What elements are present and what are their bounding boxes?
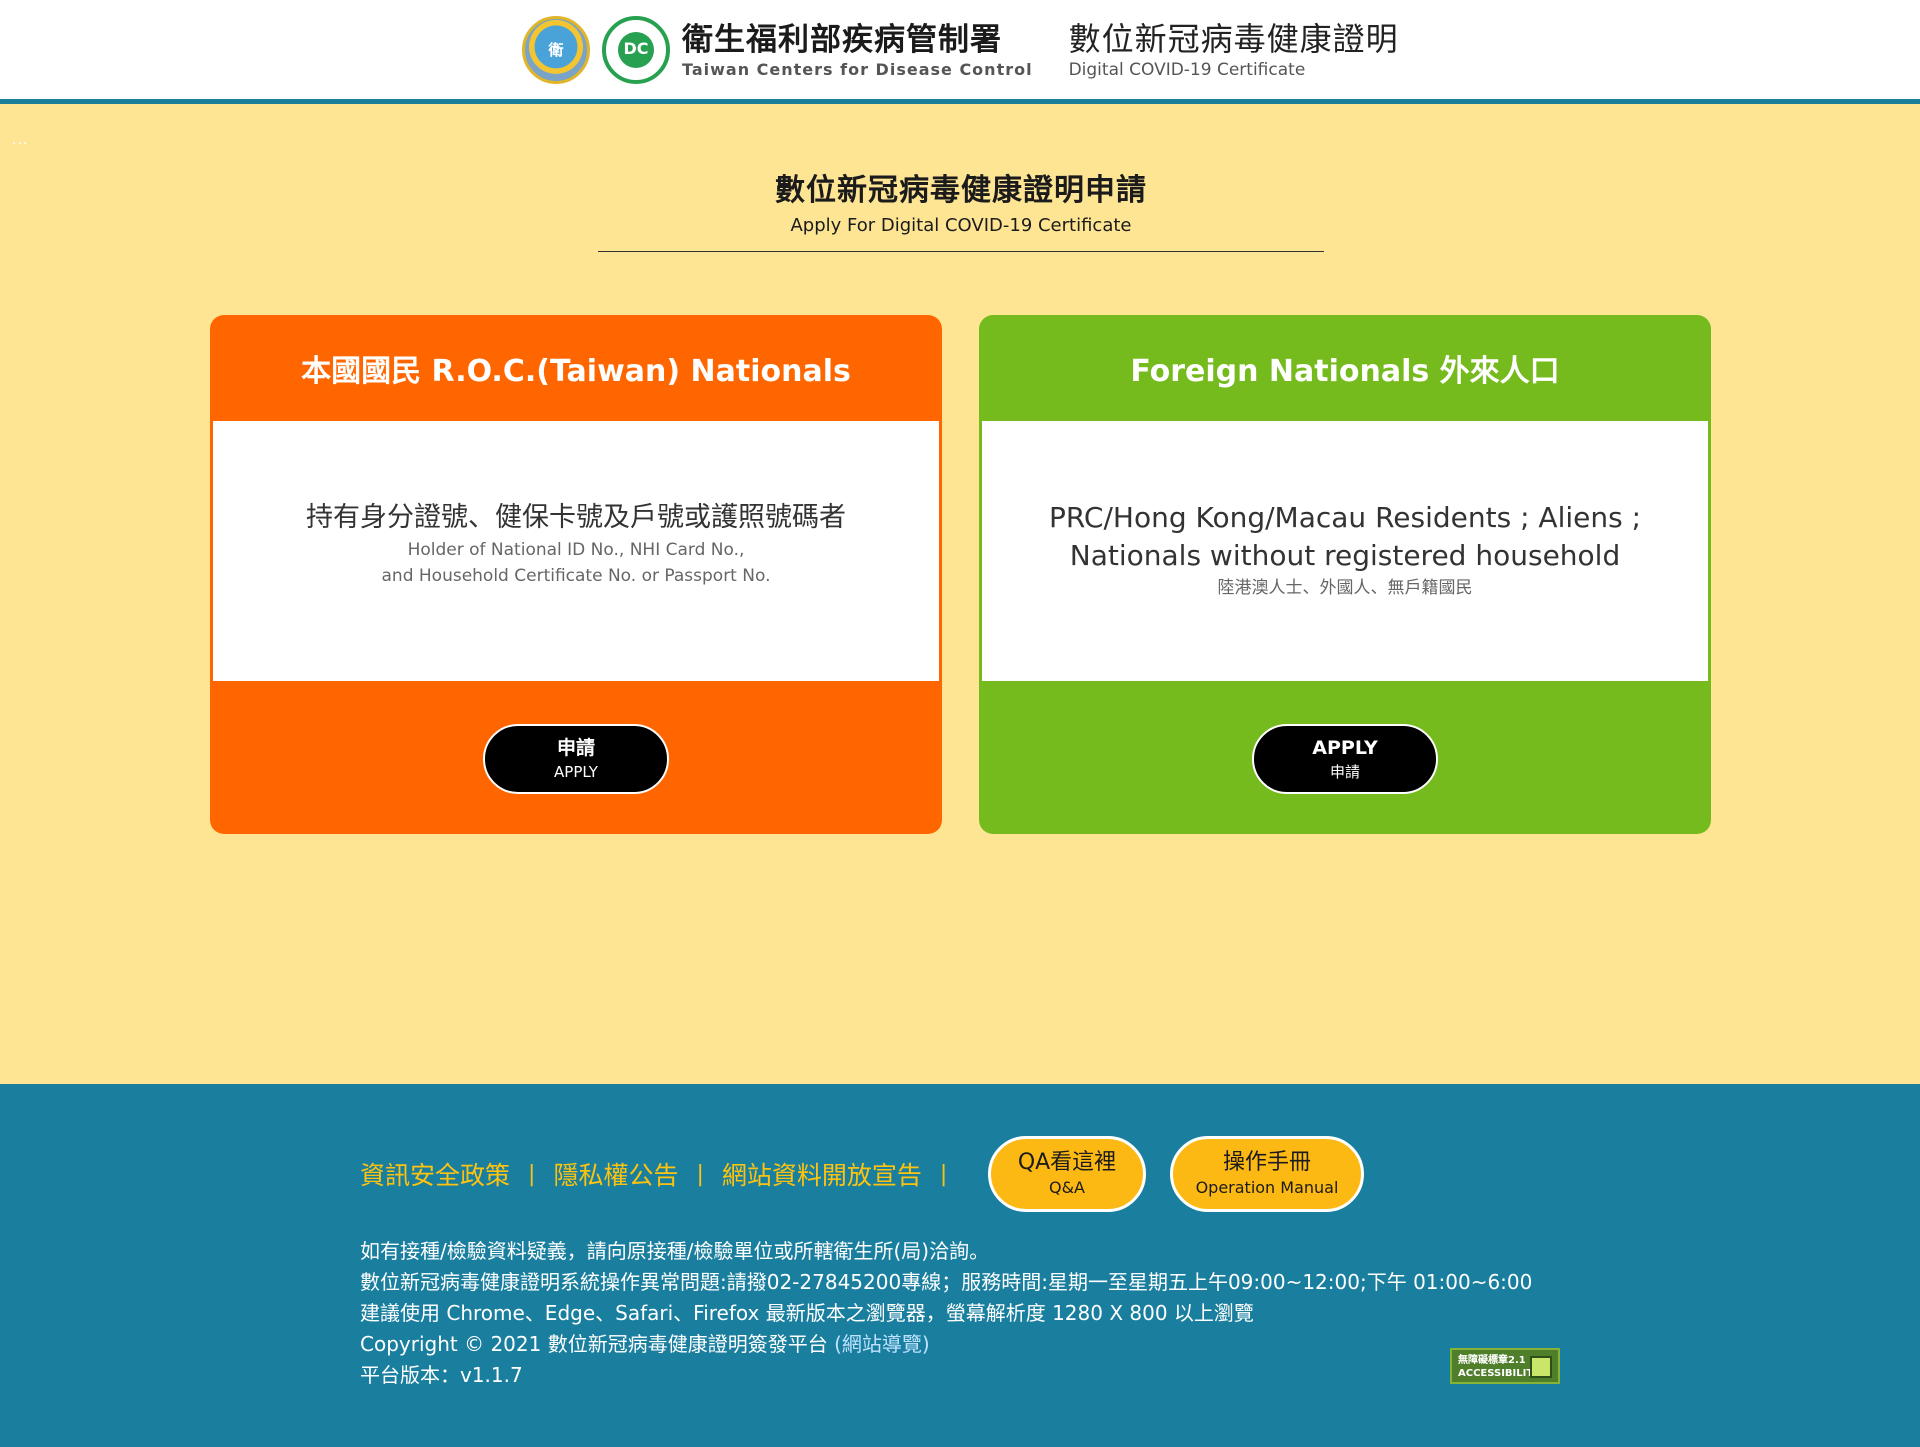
open-data-link[interactable]: 網站資料開放宣告 [722,1156,922,1192]
cert-title-zh: 數位新冠病毒健康證明 [1068,20,1399,58]
header-logo-group[interactable]: 衛 DC 衛生福利部疾病管制署 Taiwan Centers for Disea… [522,15,1399,85]
roc-card-title: 本國國民 R.O.C.(Taiwan) Nationals [301,354,851,389]
site-header: 衛 DC 衛生福利部疾病管制署 Taiwan Centers for Disea… [0,0,1920,104]
page-title: 數位新冠病毒健康證明申請 Apply For Digital COVID-19 … [598,168,1324,252]
footer-copyright: Copyright © 2021 數位新冠病毒健康證明簽發平台 (網站導覽) [360,1329,1532,1360]
skip-nav-dots[interactable]: ... [12,132,28,148]
foreign-apply-label-en: APPLY [1312,737,1378,759]
foreign-card-title: Foreign Nationals 外來人口 [1130,354,1560,389]
qa-label-en: Q&A [1048,1178,1085,1197]
foreign-card-description: PRC/Hong Kong/Macau Residents ; Aliens ;… [982,421,1708,681]
org-name-zh: 衛生福利部疾病管制署 [682,22,1002,58]
manual-label-zh: 操作手冊 [1222,1150,1311,1175]
footer-browser-text: 建議使用 Chrome、Edge、Safari、Firefox 最新版本之瀏覽器… [360,1301,1254,1325]
footer-separator: | [528,1161,536,1187]
roc-desc-sub-2: and Household Certificate No. or Passpor… [381,566,771,586]
roc-nationals-card: 本國國民 R.O.C.(Taiwan) Nationals 持有身分證號、健保卡… [210,315,942,834]
page-title-zh: 數位新冠病毒健康證明申請 [775,173,1147,208]
security-policy-link[interactable]: 資訊安全政策 [360,1156,510,1192]
cert-title: 數位新冠病毒健康證明 Digital COVID-19 Certificate [1069,19,1399,81]
foreign-desc-main-1: PRC/Hong Kong/Macau Residents ; Aliens ; [1048,501,1642,534]
footer-separator: | [696,1161,704,1187]
footer-separator: | [939,1161,948,1187]
roc-desc-sub-1: Holder of National ID No., NHI Card No., [407,540,745,560]
cert-title-en: Digital COVID-19 Certificate [1068,60,1306,80]
page-title-en: Apply For Digital COVID-19 Certificate [790,215,1132,236]
footer-inquiry-text: 如有接種/檢驗資料疑義，請向原接種/檢驗單位或所轄衛生所(局)洽詢。 [360,1239,990,1263]
foreign-apply-button[interactable]: APPLY 申請 [1252,724,1438,794]
qa-label-zh: QA看這裡 [1017,1150,1117,1175]
cdc-logo-icon: DC [602,16,670,84]
sitemap-link[interactable]: (網站導覽) [834,1332,930,1356]
privacy-notice-link[interactable]: 隱私權公告 [553,1156,678,1192]
accessibility-badge[interactable]: 無障礙標章2.1 ACCESSIBILITY [1450,1348,1560,1384]
operation-manual-button[interactable]: 操作手冊 Operation Manual [1170,1136,1364,1212]
foreign-apply-label-zh: 申請 [1329,763,1360,781]
foreign-desc-sub: 陸港澳人士、外國人、無戶籍國民 [1217,578,1473,598]
manual-label-en: Operation Manual [1195,1178,1339,1197]
org-name-en: Taiwan Centers for Disease Control [682,60,1033,79]
roc-desc-main: 持有身分證號、健保卡號及戶號或護照號碼者 [306,502,846,533]
roc-apply-button[interactable]: 申請 APPLY [483,724,669,794]
copyright-text: Copyright © 2021 數位新冠病毒健康證明簽發平台 [360,1332,828,1356]
roc-apply-label-en: APPLY [554,763,598,781]
accessibility-grid-icon [1530,1356,1552,1378]
roc-apply-label-zh: 申請 [556,737,595,759]
footer-links: 資訊安全政策 | 隱私權公告 | 網站資料開放宣告 | [360,1156,965,1192]
footer-info: 如有接種/檢驗資料疑義，請向原接種/檢驗單位或所轄衛生所(局)洽詢。 數位新冠病… [360,1236,1532,1391]
footer-version: 平台版本：v1.1.7 [360,1363,523,1387]
foreign-nationals-card: Foreign Nationals 外來人口 PRC/Hong Kong/Mac… [979,315,1711,834]
qa-button[interactable]: QA看這裡 Q&A [988,1136,1146,1212]
foreign-desc-main-2: Nationals without registered household [1069,539,1621,572]
roc-card-description: 持有身分證號、健保卡號及戶號或護照號碼者 Holder of National … [213,421,939,681]
footer-support-text: 數位新冠病毒健康證明系統操作異常問題:請撥02-27845200專線；服務時間:… [360,1270,1533,1294]
org-name: 衛生福利部疾病管制署 Taiwan Centers for Disease Co… [682,20,1033,80]
moh-emblem-icon: 衛 [522,16,590,84]
